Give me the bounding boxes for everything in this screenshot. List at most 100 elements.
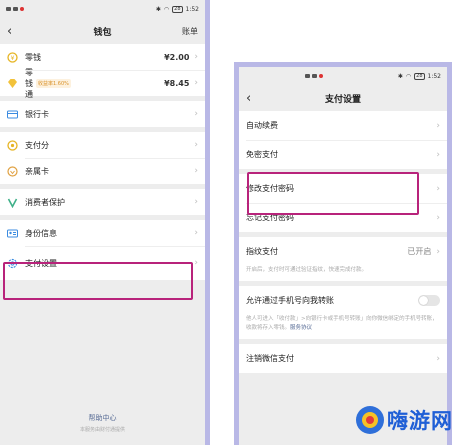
svg-text:¥: ¥ bbox=[11, 54, 15, 61]
row-no-password-pay[interactable]: 免密支付 › bbox=[239, 140, 447, 169]
status-time: 1:52 bbox=[185, 5, 199, 13]
watermark-text: 嗨游网 bbox=[387, 409, 453, 433]
bluetooth-icon: ✱ bbox=[397, 72, 403, 80]
row-identity[interactable]: 身份信息 › bbox=[0, 220, 205, 246]
row-label: 忘记支付密码 bbox=[246, 213, 294, 222]
row-qinshuka[interactable]: 亲属卡 › bbox=[0, 158, 205, 184]
bluetooth-icon: ✱ bbox=[155, 5, 161, 13]
row-label: 零钱通 bbox=[25, 67, 33, 99]
row-label: 消费者保护 bbox=[25, 197, 65, 207]
status-time: 1:52 bbox=[427, 72, 441, 80]
row-value: ¥8.45 bbox=[164, 78, 190, 88]
page-title: 钱包 bbox=[93, 27, 112, 38]
chevron-right-icon: › bbox=[436, 149, 440, 160]
chevron-right-icon: › bbox=[436, 183, 440, 194]
notification-icon bbox=[319, 74, 323, 78]
id-card-icon bbox=[7, 228, 18, 239]
fingerprint-group: 指纹支付 已开启 › 开启后，支付时可通过验证指纹，快速完成付款。 bbox=[239, 237, 447, 281]
phone-transfer-note: 他人可进入「收付款」>向银行卡或手机号转账」向你微信绑定的手机号转账，收款将存入… bbox=[239, 315, 447, 339]
card-group: 银行卡 › bbox=[0, 101, 205, 127]
row-label: 银行卡 bbox=[25, 109, 49, 119]
chevron-right-icon: › bbox=[436, 212, 440, 223]
service-agreement-link[interactable]: 服务协议 bbox=[290, 325, 312, 331]
chevron-right-icon: › bbox=[194, 52, 198, 62]
battery-icon: 28 bbox=[414, 72, 425, 80]
row-label: 免密支付 bbox=[246, 150, 278, 159]
row-label: 零钱 bbox=[25, 52, 41, 62]
row-label: 身份信息 bbox=[25, 228, 57, 238]
wallet-screen: ✱ ◠ 28 1:52 ‹ 钱包 账单 ¥ 零钱 ¥2.00 › 零钱通 收益率… bbox=[0, 0, 210, 445]
notification-icons bbox=[6, 7, 24, 11]
protect-group: 消费者保护 › bbox=[0, 189, 205, 215]
chevron-right-icon: › bbox=[194, 197, 198, 207]
row-label: 指纹支付 bbox=[246, 247, 278, 256]
battery-icon: 28 bbox=[172, 5, 183, 13]
score-icon bbox=[7, 139, 18, 151]
wallet-footer: 帮助中心 本服务由财付通提供 bbox=[0, 413, 205, 433]
row-label: 自动续费 bbox=[246, 121, 278, 130]
row-bank-card[interactable]: 银行卡 › bbox=[0, 101, 205, 127]
notification-icon bbox=[13, 7, 18, 11]
site-watermark: 嗨游网 bbox=[356, 405, 453, 435]
row-label: 允许通过手机号向我转账 bbox=[246, 296, 334, 305]
phone-transfer-toggle[interactable] bbox=[418, 295, 440, 306]
diamond-icon bbox=[7, 78, 18, 89]
chevron-right-icon: › bbox=[194, 258, 198, 268]
status-bar: ✱ ◠ 28 1:52 bbox=[239, 67, 447, 85]
notification-icons bbox=[305, 74, 323, 78]
fingerprint-note: 开启后，支付时可通过验证指纹，快速完成付款。 bbox=[239, 266, 447, 281]
gear-icon bbox=[7, 258, 18, 269]
settings-group: 身份信息 › 支付设置 › bbox=[0, 220, 205, 280]
wifi-icon: ◠ bbox=[163, 5, 170, 13]
row-zhifufen[interactable]: 支付分 › bbox=[0, 132, 205, 158]
row-fingerprint-pay[interactable]: 指纹支付 已开启 › bbox=[239, 237, 447, 266]
row-phone-transfer: 允许通过手机号向我转账 bbox=[239, 286, 447, 315]
chevron-right-icon: › bbox=[436, 246, 440, 257]
score-group: 支付分 › 亲属卡 › bbox=[0, 132, 205, 184]
shield-icon bbox=[7, 197, 18, 208]
payment-settings-screen: ✱ ◠ 28 1:52 ‹ 支付设置 自动续费 › 免密支付 › 修改支付密码 … bbox=[234, 62, 452, 445]
nav-bar: ‹ 支付设置 bbox=[239, 85, 447, 111]
row-forgot-password[interactable]: 忘记支付密码 › bbox=[239, 203, 447, 232]
row-value: ¥2.00 bbox=[164, 52, 190, 62]
coin-icon: ¥ bbox=[7, 51, 18, 63]
back-arrow-icon[interactable]: ‹ bbox=[246, 91, 266, 106]
bill-link[interactable]: 账单 bbox=[178, 26, 198, 37]
row-label: 注销微信支付 bbox=[246, 354, 294, 363]
notification-icon bbox=[305, 74, 310, 78]
chevron-right-icon: › bbox=[194, 166, 198, 176]
row-label: 修改支付密码 bbox=[246, 184, 294, 193]
status-bar: ✱ ◠ 28 1:52 bbox=[0, 0, 205, 18]
close-group: 注销微信支付 › bbox=[239, 344, 447, 373]
chevron-right-icon: › bbox=[194, 140, 198, 150]
notification-icon bbox=[312, 74, 317, 78]
provider-note: 本服务由财付通提供 bbox=[79, 427, 125, 433]
row-change-password[interactable]: 修改支付密码 › bbox=[239, 174, 447, 203]
notification-icon bbox=[6, 7, 11, 11]
back-arrow-icon[interactable]: ‹ bbox=[7, 24, 27, 39]
notification-icon bbox=[20, 7, 24, 11]
note-text: 他人可进入「收付款」>向银行卡或手机号转账」向你微信绑定的手机号转账，收款将存入… bbox=[246, 316, 438, 331]
wifi-icon: ◠ bbox=[405, 72, 412, 80]
bank-card-icon bbox=[7, 109, 18, 120]
row-label: 亲属卡 bbox=[25, 166, 49, 176]
chevron-right-icon: › bbox=[194, 109, 198, 119]
chevron-right-icon: › bbox=[194, 78, 198, 88]
yield-badge: 收益率1.60% bbox=[36, 78, 71, 88]
row-consumer-protection[interactable]: 消费者保护 › bbox=[0, 189, 205, 215]
row-label: 支付设置 bbox=[25, 258, 57, 268]
fingerprint-status: 已开启 bbox=[407, 247, 432, 256]
row-lingqiantong[interactable]: 零钱通 收益率1.60% ¥8.45 › bbox=[0, 68, 205, 99]
chevron-right-icon: › bbox=[194, 228, 198, 238]
row-auto-renew[interactable]: 自动续费 › bbox=[239, 111, 447, 140]
password-group: 修改支付密码 › 忘记支付密码 › bbox=[239, 174, 447, 232]
family-card-icon bbox=[7, 165, 18, 177]
chevron-right-icon: › bbox=[436, 120, 440, 131]
nav-bar: ‹ 钱包 账单 bbox=[0, 18, 205, 44]
row-payment-settings[interactable]: 支付设置 › bbox=[0, 246, 205, 280]
site-logo-icon bbox=[356, 406, 384, 434]
row-close-wechat-pay[interactable]: 注销微信支付 › bbox=[239, 344, 447, 373]
help-center-link[interactable]: 帮助中心 bbox=[0, 413, 205, 423]
chevron-right-icon: › bbox=[436, 353, 440, 364]
renew-group: 自动续费 › 免密支付 › bbox=[239, 111, 447, 169]
